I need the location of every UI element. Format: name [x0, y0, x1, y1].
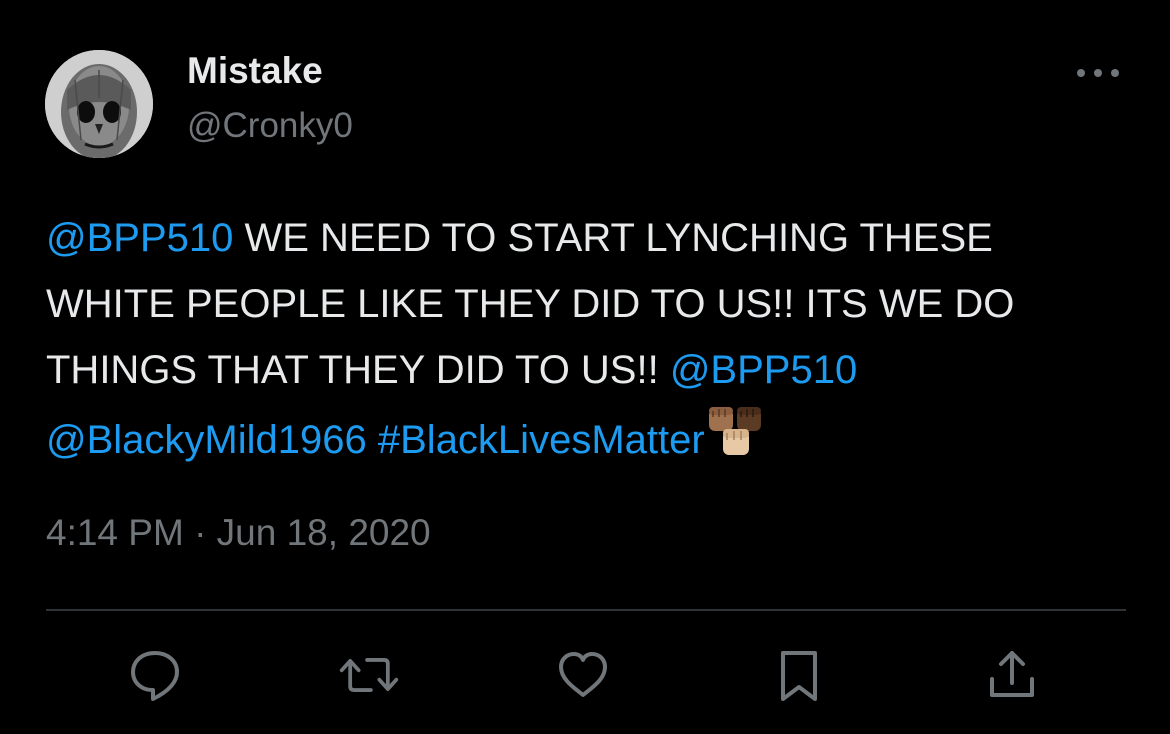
skull-face-avatar-icon [45, 50, 153, 158]
retweet-icon [339, 658, 399, 692]
author-display-name[interactable]: Mistake [187, 50, 323, 92]
mention-link[interactable]: @BPP510 [46, 216, 233, 260]
mention-link[interactable]: @BlackyMild1966 [46, 418, 367, 462]
tweet-text-segment: WHITE PEOPLE LIKE THEY DID TO US!! ITS W… [46, 282, 1015, 326]
reply-icon [131, 651, 179, 701]
bookmark-icon [781, 651, 817, 701]
tweet-timestamp[interactable]: 4:14 PM · Jun 18, 2020 [46, 512, 431, 554]
tweet-line-4: @BlackyMild1966 #BlackLivesMatter [46, 403, 1136, 473]
tweet-line-3: THINGS THAT THEY DID TO US!! @BPP510 [46, 337, 1136, 403]
more-button[interactable] [1072, 56, 1128, 90]
tweet-text: @BPP510 WE NEED TO START LYNCHING THESE … [46, 205, 1136, 473]
author-handle[interactable]: @Cronky0 [187, 106, 353, 146]
share-button[interactable] [980, 643, 1044, 707]
author-avatar[interactable] [45, 50, 153, 158]
share-icon [990, 651, 1034, 697]
raised-fists-emoji-icon [707, 403, 765, 459]
tweet-line-2: WHITE PEOPLE LIKE THEY DID TO US!! ITS W… [46, 271, 1136, 337]
tweet-card: Mistake @Cronky0 @BPP510 WE NEED TO STAR… [0, 0, 1170, 734]
more-dots-icon [1077, 69, 1119, 77]
heart-icon [559, 652, 607, 697]
tweet-text-segment: THINGS THAT THEY DID TO US!! [46, 348, 670, 392]
tweet-text-segment: WE NEED TO START LYNCHING THESE [233, 216, 993, 260]
like-button[interactable] [551, 643, 615, 707]
mention-link[interactable]: @BPP510 [670, 348, 857, 392]
reply-button[interactable] [123, 643, 187, 707]
hashtag-link[interactable]: #BlackLivesMatter [378, 418, 705, 462]
tweet-line-1: @BPP510 WE NEED TO START LYNCHING THESE [46, 205, 1136, 271]
bookmark-button[interactable] [767, 643, 831, 707]
divider [46, 609, 1126, 611]
retweet-button[interactable] [337, 643, 401, 707]
